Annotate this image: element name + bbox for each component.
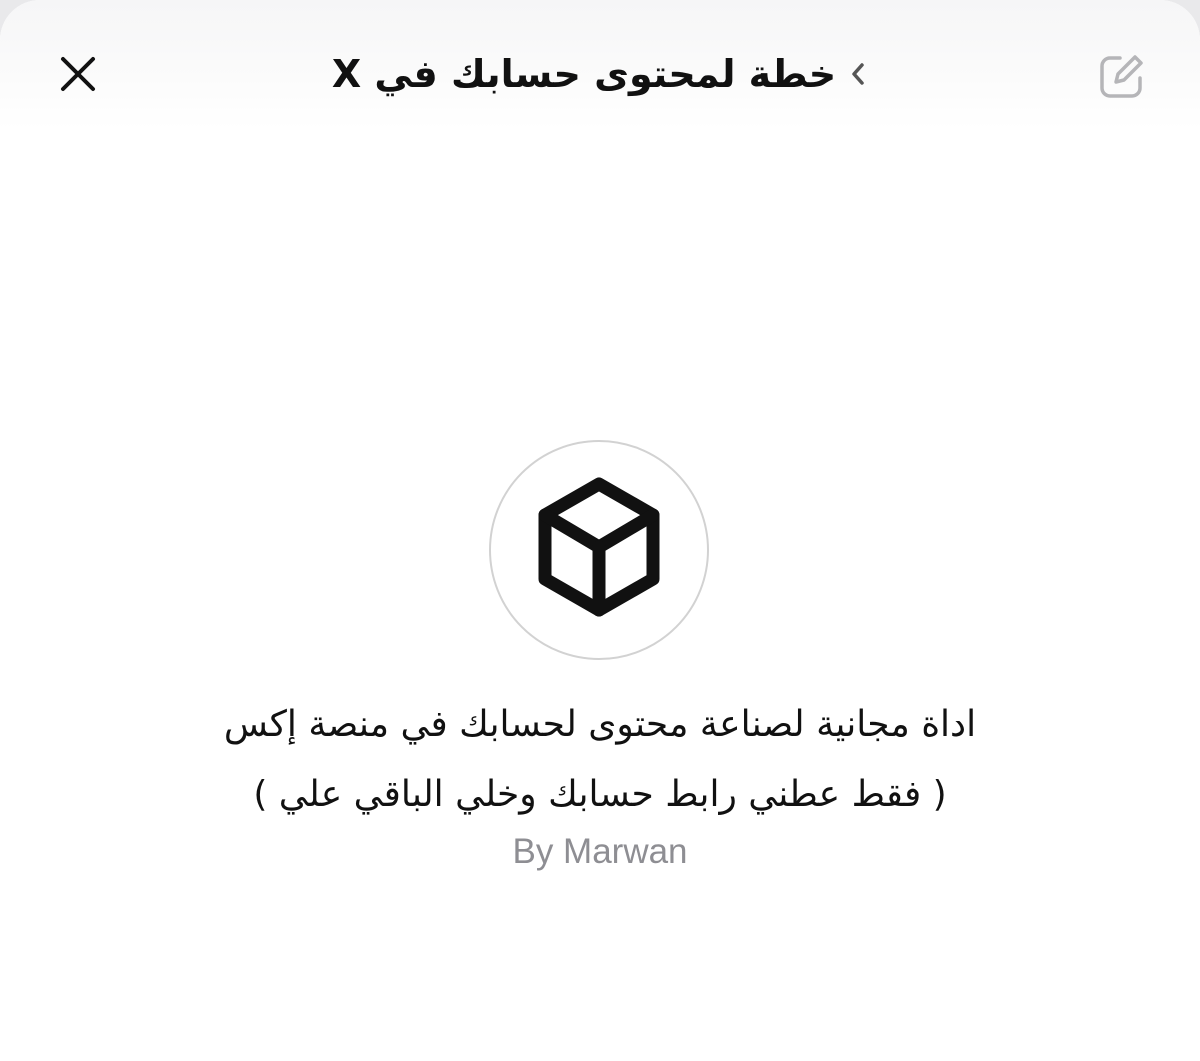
description-line-2: ( فقط عطني رابط حسابك وخلي الباقي علي )	[253, 774, 947, 815]
close-icon	[61, 57, 95, 91]
chevron-icon	[848, 60, 868, 88]
modal-header: خطة لمحتوى حسابك في X	[0, 0, 1200, 130]
description-line-1: اداة مجانية لصناعة محتوى لحسابك في منصة …	[223, 704, 977, 745]
compose-icon	[1100, 55, 1143, 98]
gpt-description: اداة مجانية لصناعة محتوى لحسابك في منصة …	[60, 690, 1140, 830]
author-label: By Marwan	[512, 832, 688, 871]
close-button[interactable]	[52, 48, 104, 100]
compose-button[interactable]	[1096, 50, 1148, 102]
title-selector[interactable]: خطة لمحتوى حسابك في X	[200, 46, 1000, 102]
hero-icon-circle	[489, 440, 709, 660]
modal-sheet: خطة لمحتوى حسابك في X اداة مجانية لصناعة…	[0, 0, 1200, 1061]
cube-icon	[538, 477, 660, 617]
page-title: خطة لمحتوى حسابك في X	[331, 52, 837, 96]
